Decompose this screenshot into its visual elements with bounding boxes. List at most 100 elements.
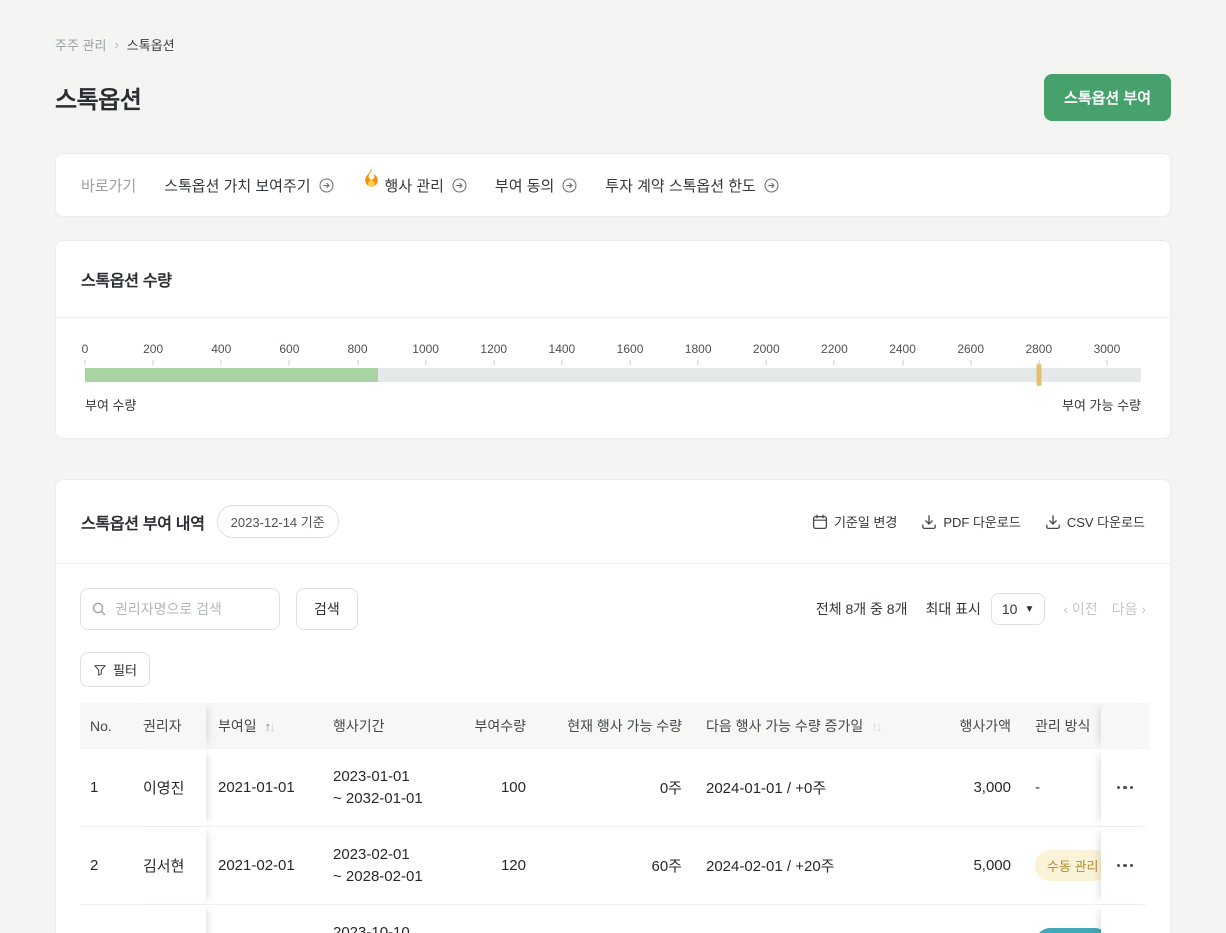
search-icon — [91, 601, 107, 622]
column-header-period: 행사기간 — [321, 703, 456, 749]
cell-grant-date: 2021-01-01 — [206, 749, 321, 826]
tick-mark — [221, 360, 222, 365]
grant-history-title: 스톡옵션 부여 내역 — [81, 510, 205, 534]
cell-management-type: - — [1023, 749, 1101, 826]
card-action-1[interactable]: PDF 다운로드 — [921, 512, 1020, 531]
quick-links-card: 바로가기 스톡옵션 가치 보여주기 행사 관리 부여 동의 투자 계약 스톡옵션 한도 — [55, 153, 1171, 217]
quick-links-label: 바로가기 — [81, 175, 136, 196]
tick-mark — [425, 360, 426, 365]
gauge-tick-marks — [85, 360, 1141, 367]
cell-exercise-price: 1,000 — [936, 905, 1023, 933]
cell-exercisable-quantity: 100주 — [538, 905, 694, 933]
cell-management-type: 수동 관리 — [1023, 827, 1101, 904]
cell-row-actions — [1101, 827, 1149, 904]
management-type-badge: 자동 관리 — [1035, 928, 1101, 933]
card-action-0[interactable]: 기준일 변경 — [812, 512, 897, 531]
pagination: ‹ 이전 다음 › — [1063, 599, 1146, 619]
cell-no: 2 — [80, 827, 131, 904]
management-type-badge: 수동 관리 — [1035, 850, 1101, 881]
column-label: 관리 방식 — [1035, 716, 1090, 736]
card-action-2[interactable]: CSV 다운로드 — [1045, 512, 1145, 531]
column-label: 권리자 — [143, 716, 182, 736]
cell-exercisable-quantity: 60주 — [538, 827, 694, 904]
table-row: 3최현진2021-10-102023-10-10~ 2030-10-101001… — [80, 905, 1146, 933]
breadcrumb-parent[interactable]: 주주 관리 — [55, 35, 106, 54]
cell-row-actions — [1101, 749, 1149, 826]
tick-label-600: 600 — [279, 342, 299, 356]
calendar-icon — [812, 514, 828, 530]
tick-label-800: 800 — [348, 342, 368, 356]
sort-arrows-icon[interactable]: ↑↓ — [265, 719, 274, 734]
tick-mark — [493, 360, 494, 365]
quick-link-0[interactable]: 스톡옵션 가치 보여주기 — [164, 175, 333, 196]
tick-mark — [289, 360, 290, 365]
quick-link-label: 투자 계약 스톡옵션 한도 — [605, 175, 756, 196]
tick-mark — [1106, 360, 1107, 365]
quick-links-list: 스톡옵션 가치 보여주기 행사 관리 부여 동의 투자 계약 스톡옵션 한도 — [164, 175, 779, 196]
cell-exercise-period: 2023-10-10~ 2030-10-10 — [321, 905, 456, 933]
total-count-text: 전체 8개 중 8개 — [816, 599, 908, 619]
next-page-button[interactable]: 다음 › — [1112, 599, 1146, 619]
column-header-grant_date[interactable]: 부여일 ↑↓ — [206, 703, 321, 749]
cell-exercise-period: 2023-02-01~ 2028-02-01 — [321, 827, 456, 904]
grant-stock-option-button[interactable]: 스톡옵션 부여 — [1044, 74, 1171, 121]
column-header-granted: 부여수량 — [456, 703, 538, 749]
prev-page-button[interactable]: ‹ 이전 — [1063, 599, 1097, 619]
tick-label-2000: 2000 — [753, 342, 780, 356]
available-quantity-marker — [1036, 364, 1041, 386]
column-label: 현재 행사 가능 수량 — [567, 716, 682, 736]
cell-granted-quantity: 100 — [456, 905, 538, 933]
column-header-next_increase[interactable]: 다음 행사 가능 수량 증가일↑↓ — [694, 703, 936, 749]
page-size-value: 10 — [1002, 601, 1018, 617]
search-box — [80, 588, 280, 630]
tick-mark — [357, 360, 358, 365]
cell-next-increase-date: 2024-01-01 / +0주 — [694, 749, 936, 826]
column-label: 행사기간 — [333, 716, 385, 736]
tick-label-2400: 2400 — [889, 342, 916, 356]
cell-exercise-price: 3,000 — [936, 749, 1023, 826]
column-header-exercisable: 현재 행사 가능 수량 — [538, 703, 694, 749]
column-header-price: 행사가액 — [936, 703, 1023, 749]
tick-mark — [970, 360, 971, 365]
breadcrumb: 주주 관리 › 스톡옵션 — [55, 0, 1171, 54]
quick-link-1[interactable]: 행사 관리 — [362, 175, 467, 196]
tick-label-0: 0 — [82, 342, 89, 356]
arrow-right-circle-icon — [319, 178, 334, 193]
column-label: 부여수량 — [474, 716, 526, 736]
quick-link-2[interactable]: 부여 동의 — [495, 175, 577, 196]
quick-link-label: 행사 관리 — [385, 175, 444, 196]
row-more-menu-button[interactable] — [1113, 778, 1138, 798]
fire-icon — [362, 167, 381, 188]
filter-button[interactable]: 필터 — [80, 652, 150, 687]
holder-search-input[interactable] — [80, 588, 280, 630]
cell-holder: 김서현 — [131, 827, 206, 904]
tick-mark — [630, 360, 631, 365]
tick-label-2800: 2800 — [1025, 342, 1052, 356]
quick-link-3[interactable]: 투자 계약 스톡옵션 한도 — [605, 175, 779, 196]
download-icon — [1045, 514, 1061, 530]
tick-mark — [902, 360, 903, 365]
column-header-holder: 권리자 — [131, 703, 206, 749]
tick-mark — [153, 360, 154, 365]
cell-granted-quantity: 100 — [456, 749, 538, 826]
tick-label-1800: 1800 — [685, 342, 712, 356]
cell-exercisable-quantity: 0주 — [538, 749, 694, 826]
card-action-label: 기준일 변경 — [834, 512, 897, 531]
cell-holder: 최현진 — [131, 905, 206, 933]
tick-mark — [698, 360, 699, 365]
page-size-select[interactable]: 10 ▼ — [991, 593, 1045, 625]
tick-label-3000: 3000 — [1094, 342, 1121, 356]
row-more-menu-button[interactable] — [1113, 856, 1138, 876]
cell-management-type: 자동 관리 — [1023, 905, 1101, 933]
table-row: 1이영진2021-01-012023-01-01~ 2032-01-011000… — [80, 749, 1146, 827]
tick-label-1000: 1000 — [412, 342, 439, 356]
tick-label-2600: 2600 — [957, 342, 984, 356]
column-label: 부여일 — [218, 716, 257, 736]
tick-label-200: 200 — [143, 342, 163, 356]
sort-arrows-icon[interactable]: ↑↓ — [871, 719, 880, 734]
cell-holder: 이영진 — [131, 749, 206, 826]
cell-no: 3 — [80, 905, 131, 933]
search-button[interactable]: 검색 — [296, 588, 358, 630]
column-header-management: 관리 방식 — [1023, 703, 1101, 749]
tick-label-400: 400 — [211, 342, 231, 356]
